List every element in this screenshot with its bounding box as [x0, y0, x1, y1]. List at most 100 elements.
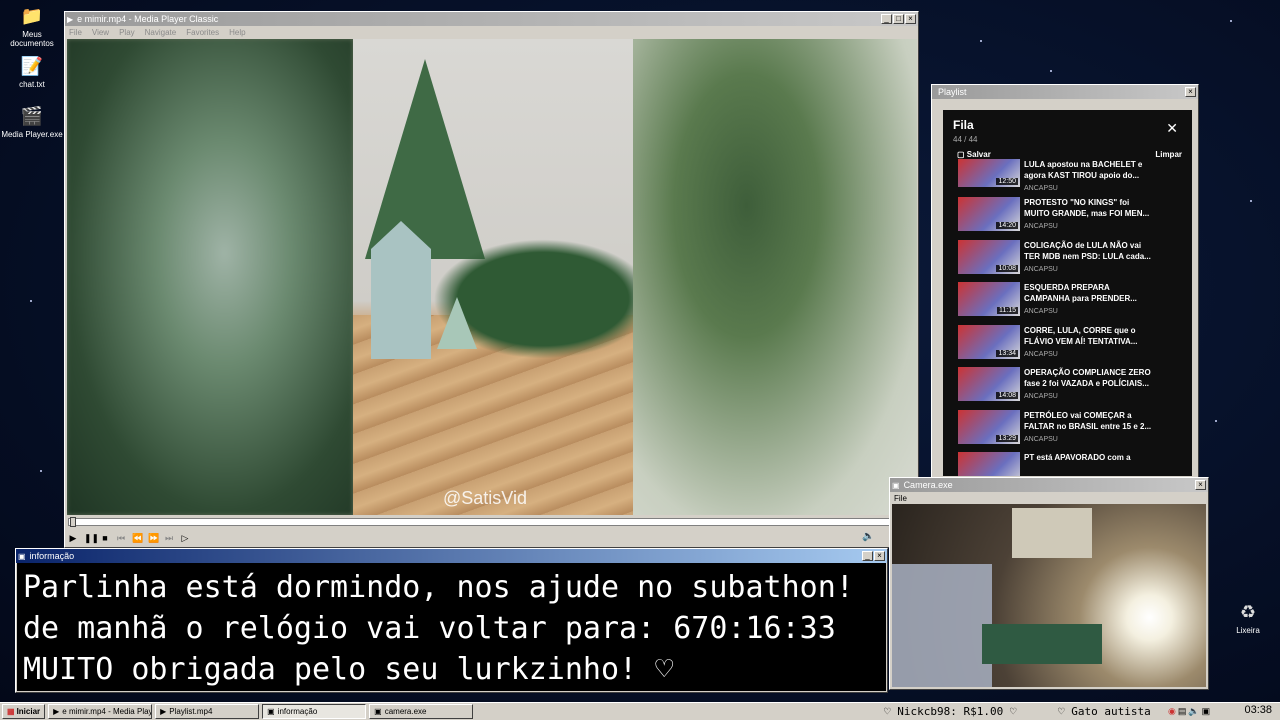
channel-name: ANCAPSU [1024, 350, 1058, 358]
donation-text: ♡ Nickcb98: R$1.00 ♡ [884, 705, 1017, 718]
windows-logo-icon: ▦ [7, 707, 15, 716]
shield-icon[interactable]: ◉ [1168, 706, 1178, 716]
list-item[interactable]: 14:08 OPERAÇÃO COMPLIANCE ZERO fase 2 foi… [943, 367, 1192, 410]
close-button[interactable]: × [1185, 87, 1196, 97]
close-button[interactable]: × [905, 14, 916, 24]
star [40, 470, 42, 472]
app-icon: ▣ [18, 551, 26, 561]
save-button[interactable]: ▢ Salvar [957, 150, 991, 159]
play-icon[interactable]: ▶ [68, 533, 78, 544]
info-line: Parlinha está dormindo, nos ajude no sub… [23, 570, 854, 605]
task-media-player[interactable]: ▶ e mimir.mp4 - Media Playe... [48, 704, 153, 719]
channel-name: ANCAPSU [1024, 435, 1058, 443]
channel-name: ANCAPSU [1024, 265, 1058, 273]
duration-badge: 12:50 [996, 178, 1018, 185]
minimize-button[interactable]: _ [881, 14, 892, 24]
video-thumbnail: 14:08 [958, 367, 1020, 401]
donation-ticker: ♡ Nickcb98: R$1.00 ♡ [884, 705, 1016, 718]
star [980, 40, 982, 42]
list-item[interactable]: 13:34 CORRE, LULA, CORRE que o FLÁVIO VEM… [943, 324, 1192, 368]
volume-icon[interactable]: 🔈 [1188, 706, 1201, 716]
volume-icon[interactable]: 🔈 [862, 531, 874, 542]
frame-step-icon[interactable]: ▷ [180, 533, 190, 544]
seek-bar[interactable] [68, 517, 916, 527]
video-blur-left [67, 39, 353, 515]
menu-file[interactable]: File [69, 28, 82, 37]
skip-back-icon[interactable]: ⏮ [116, 533, 126, 544]
camera-titlebar[interactable]: ▣ Camera.exe × [890, 478, 1208, 492]
network-icon[interactable]: ▤ [1178, 706, 1189, 716]
clear-button[interactable]: Limpar [1155, 150, 1182, 159]
video-house [371, 221, 431, 359]
seek-knob[interactable] [70, 517, 76, 527]
playback-controls: ▶ ❚❚ ■ ⏮ ⏪ ⏩ ⏭ ▷ [68, 530, 190, 546]
video-title: PETRÓLEO vai COMEÇAR a FALTAR no BRASIL e… [1024, 410, 1152, 431]
desktop-icon-label: Meus documentos [10, 30, 54, 48]
app-icon: ▶ [160, 707, 167, 716]
info-titlebar[interactable]: ▣ informação _ × [16, 549, 887, 563]
stop-icon[interactable]: ■ [100, 533, 110, 543]
task-informacao[interactable]: ▣ informação [262, 704, 367, 719]
video-title: ESQUERDA PREPARA CAMPANHA para PRENDER... [1024, 283, 1137, 303]
maximize-button[interactable]: □ [893, 14, 904, 24]
close-button[interactable]: × [874, 551, 885, 561]
menu-navigate[interactable]: Navigate [145, 28, 177, 37]
desktop-icon-label: Lixeira [1236, 626, 1260, 635]
window-title: Camera.exe [903, 480, 953, 490]
close-button[interactable]: × [1195, 480, 1206, 490]
clock: 03:38 [1244, 704, 1272, 716]
duration-badge: 11:15 [997, 307, 1018, 314]
list-item[interactable]: PT está APAVORADO com a [943, 452, 1192, 476]
pause-icon[interactable]: ❚❚ [84, 533, 99, 544]
desktop-icon-chat-txt[interactable]: 📝 chat.txt [0, 54, 64, 90]
menu-file[interactable]: File [894, 494, 907, 503]
queue-list: 12:50 LULA apostou na BACHELET e agora KA… [943, 159, 1192, 476]
list-item[interactable]: 12:50 LULA apostou na BACHELET e agora KA… [943, 159, 1192, 197]
app-icon: ▣ [892, 480, 900, 490]
menu-view[interactable]: View [92, 28, 109, 37]
close-icon[interactable]: ✕ [1166, 120, 1178, 137]
desktop-icon-my-documents[interactable]: 📁 Meus documentos [0, 4, 64, 49]
minimize-button[interactable]: _ [862, 551, 873, 561]
menu-bar: File [890, 492, 1208, 504]
task-camera[interactable]: ▣ camera.exe [369, 704, 474, 719]
desktop-icon-label: Media Player.exe [1, 130, 63, 139]
video-title: COLIGAÇÃO de LULA NÃO vai TER MDB nem PSD… [1024, 240, 1151, 261]
desktop-icon-label: chat.txt [19, 80, 45, 89]
update-icon[interactable]: ▣ [1202, 706, 1213, 716]
list-item[interactable]: 10:08 COLIGAÇÃO de LULA NÃO vai TER MDB n… [943, 239, 1192, 283]
menu-favorites[interactable]: Favorites [186, 28, 219, 37]
video-thumbnail: 10:08 [958, 239, 1020, 274]
desktop-icon-media-player[interactable]: 🎬 Media Player.exe [0, 104, 64, 140]
rewind-icon[interactable]: ⏪ [132, 533, 143, 544]
desktop-icon-recycle-bin[interactable]: ♻ Lixeira [1216, 600, 1280, 636]
start-button[interactable]: ▦ Iniciar [2, 704, 46, 719]
tray-icons: ◉▤🔈▣ [1168, 706, 1212, 717]
list-item[interactable]: 13:29 PETRÓLEO vai COMEÇAR a FALTAR no BR… [943, 409, 1192, 453]
playlist-titlebar[interactable]: Playlist × [932, 85, 1198, 99]
task-playlist[interactable]: ▶ Playlist.mp4 [155, 704, 260, 719]
star [1050, 70, 1052, 72]
video-title: PT está APAVORADO com a [1024, 453, 1131, 462]
recycle-bin-icon: ♻ [1239, 601, 1257, 622]
camera-table [982, 624, 1102, 664]
menu-help[interactable]: Help [229, 28, 245, 37]
list-item[interactable]: 11:15 ESQUERDA PREPARA CAMPANHA para PREN… [943, 282, 1192, 325]
video-thumbnail: 13:34 [958, 324, 1020, 359]
media-player-titlebar[interactable]: ▶ e mimir.mp4 - Media Player Classic _ □… [65, 12, 918, 26]
list-item[interactable]: 14:20 PROTESTO "NO KINGS" foi MUITO GRAND… [943, 197, 1192, 240]
skip-forward-icon[interactable]: ⏭ [164, 533, 174, 544]
info-console: Parlinha está dormindo, nos ajude no sub… [17, 563, 886, 691]
video-area[interactable]: @SatisVid [67, 39, 917, 515]
fast-forward-icon[interactable]: ⏩ [148, 533, 159, 544]
video-blur-right [633, 39, 917, 515]
video-thumbnail: 12:50 [958, 159, 1020, 187]
channel-name: ANCAPSU [1024, 393, 1058, 400]
menu-play[interactable]: Play [119, 28, 135, 37]
task-label: e mimir.mp4 - Media Playe... [62, 707, 153, 716]
app-icon: ▣ [374, 707, 382, 716]
star [1250, 200, 1252, 202]
camera-chair [892, 564, 992, 687]
channel-name: ANCAPSU [1024, 308, 1058, 315]
taskbar: ▦ Iniciar ▶ e mimir.mp4 - Media Playe...… [0, 702, 1280, 720]
